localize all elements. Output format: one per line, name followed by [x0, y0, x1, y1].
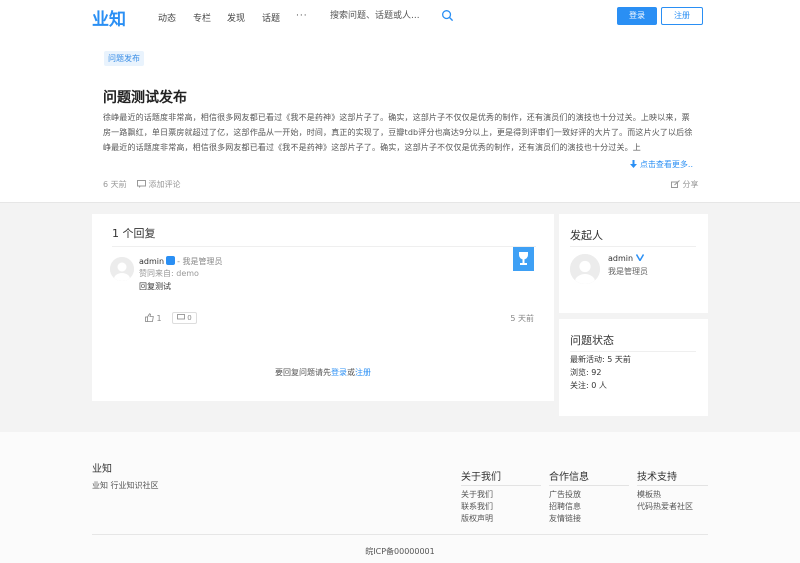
asker-panel-title: 发起人 [570, 229, 603, 242]
asker-role: 我是管理员 [608, 267, 648, 276]
nav-item-discover[interactable]: 发现 [227, 11, 245, 24]
asker-name[interactable]: admin [608, 254, 633, 263]
share-icon [671, 180, 680, 188]
divider [637, 485, 708, 486]
answer-author-line: admin - 我是管理员 [139, 256, 223, 267]
search-input[interactable] [330, 8, 442, 24]
comment-icon [137, 180, 146, 188]
share-label: 分享 [682, 180, 699, 189]
footer-col-partner-title: 合作信息 [549, 472, 589, 483]
footer-link-templates[interactable]: 模板热 [637, 489, 661, 500]
avatar[interactable] [110, 257, 134, 281]
nav-item-columns[interactable]: 专栏 [193, 11, 211, 24]
answer-author-name[interactable]: admin [139, 257, 164, 266]
login-button[interactable]: 登录 [617, 7, 657, 25]
verified-icon [166, 256, 176, 265]
share-button[interactable]: 分享 [671, 179, 699, 190]
answers-panel: 1 个回复 admin - 我是管理员 赞同来自: demo 回复测试 1 0 … [92, 214, 554, 401]
footer-link-copyright[interactable]: 版权声明 [461, 513, 493, 524]
footer-col-about-title: 关于我们 [461, 472, 501, 483]
question-body: 徐峥最近的话题度非常高，相信很多网友都已看过《我不是药神》这部片子了。确实，这部… [103, 113, 693, 152]
nav-item-topics[interactable]: 话题 [262, 11, 280, 24]
thumbs-up-icon [145, 313, 154, 322]
comment-icon [177, 314, 185, 320]
status-follows: 关注: 0 人 [570, 381, 607, 390]
divider [112, 246, 536, 247]
search-icon[interactable] [441, 9, 454, 22]
icp-record: 皖ICP备00000001 [365, 547, 435, 556]
answers-count-title: 1 个回复 [112, 227, 156, 240]
divider [461, 485, 541, 486]
status-last-active: 最新活动: 5 天前 [570, 355, 631, 364]
add-comment-label: 添加评论 [148, 180, 181, 189]
register-link[interactable]: 注册 [355, 368, 371, 377]
status-views: 浏览: 92 [570, 368, 602, 377]
footer-link-friends[interactable]: 友情链接 [549, 513, 581, 524]
login-link[interactable]: 登录 [331, 368, 347, 377]
best-answer-badge-icon [513, 247, 534, 271]
comment-count: 0 [187, 314, 192, 322]
view-more-link[interactable]: 点击查看更多.. [630, 159, 693, 170]
answer-author-role: - 我是管理员 [177, 257, 223, 266]
divider [92, 534, 708, 535]
nav-more-button[interactable]: ··· [296, 11, 308, 21]
answer-time: 5 天前 [510, 314, 534, 323]
arrow-down-icon [630, 160, 638, 168]
question-time: 6 天前 [103, 180, 127, 189]
status-panel-title: 问题状态 [570, 334, 614, 347]
login-prompt: 要回复问题请先登录或注册 [92, 367, 554, 378]
view-more-label: 点击查看更多 [639, 160, 688, 169]
like-count: 1 [156, 314, 162, 323]
divider [570, 246, 696, 247]
footer-link-jobs[interactable]: 招聘信息 [549, 501, 581, 512]
question-section: 问题发布 问题测试发布 徐峥最近的话题度非常高，相信很多网友都已看过《我不是药神… [0, 32, 800, 203]
footer-link-ads[interactable]: 广告投放 [549, 489, 581, 500]
user-avatar-icon [570, 254, 600, 284]
answer-agree-info: 赞同来自: demo [139, 269, 199, 278]
verified-icon [635, 254, 644, 262]
asker-name-line: admin [608, 254, 644, 263]
page-footer: 业知 业知 行业知识社区 关于我们 关于我们 联系我们 版权声明 合作信息 广告… [0, 432, 800, 563]
asker-panel: 发起人 admin 我是管理员 [559, 214, 708, 313]
add-comment-button[interactable]: 添加评论 [137, 179, 181, 190]
question-title: 问题测试发布 [103, 90, 187, 106]
topic-tag[interactable]: 问题发布 [104, 51, 144, 66]
answer-comment-button[interactable]: 0 [172, 312, 197, 324]
answer-content: 回复测试 [139, 282, 171, 291]
or-text: 或 [347, 368, 355, 377]
login-prompt-text: 要回复问题请先 [275, 368, 331, 377]
user-avatar-icon [110, 257, 134, 281]
divider [570, 351, 696, 352]
asker-avatar[interactable] [570, 254, 600, 284]
footer-link-community[interactable]: 代码热爱者社区 [637, 501, 693, 512]
divider [549, 485, 629, 486]
top-header: 业知 动态 专栏 发现 话题 ··· 登录 注册 [0, 0, 800, 32]
footer-link-about[interactable]: 关于我们 [461, 489, 493, 500]
footer-col-support-title: 技术支持 [637, 472, 677, 483]
question-status-panel: 问题状态 最新活动: 5 天前 浏览: 92 关注: 0 人 [559, 319, 708, 416]
site-logo[interactable]: 业知 [92, 5, 126, 30]
footer-description: 业知 行业知识社区 [92, 481, 159, 490]
search-box [330, 8, 454, 24]
like-button[interactable]: 1 [145, 313, 162, 323]
footer-link-contact[interactable]: 联系我们 [461, 501, 493, 512]
footer-logo: 业知 [92, 464, 112, 475]
register-button[interactable]: 注册 [661, 7, 703, 25]
nav-item-activity[interactable]: 动态 [158, 11, 176, 24]
